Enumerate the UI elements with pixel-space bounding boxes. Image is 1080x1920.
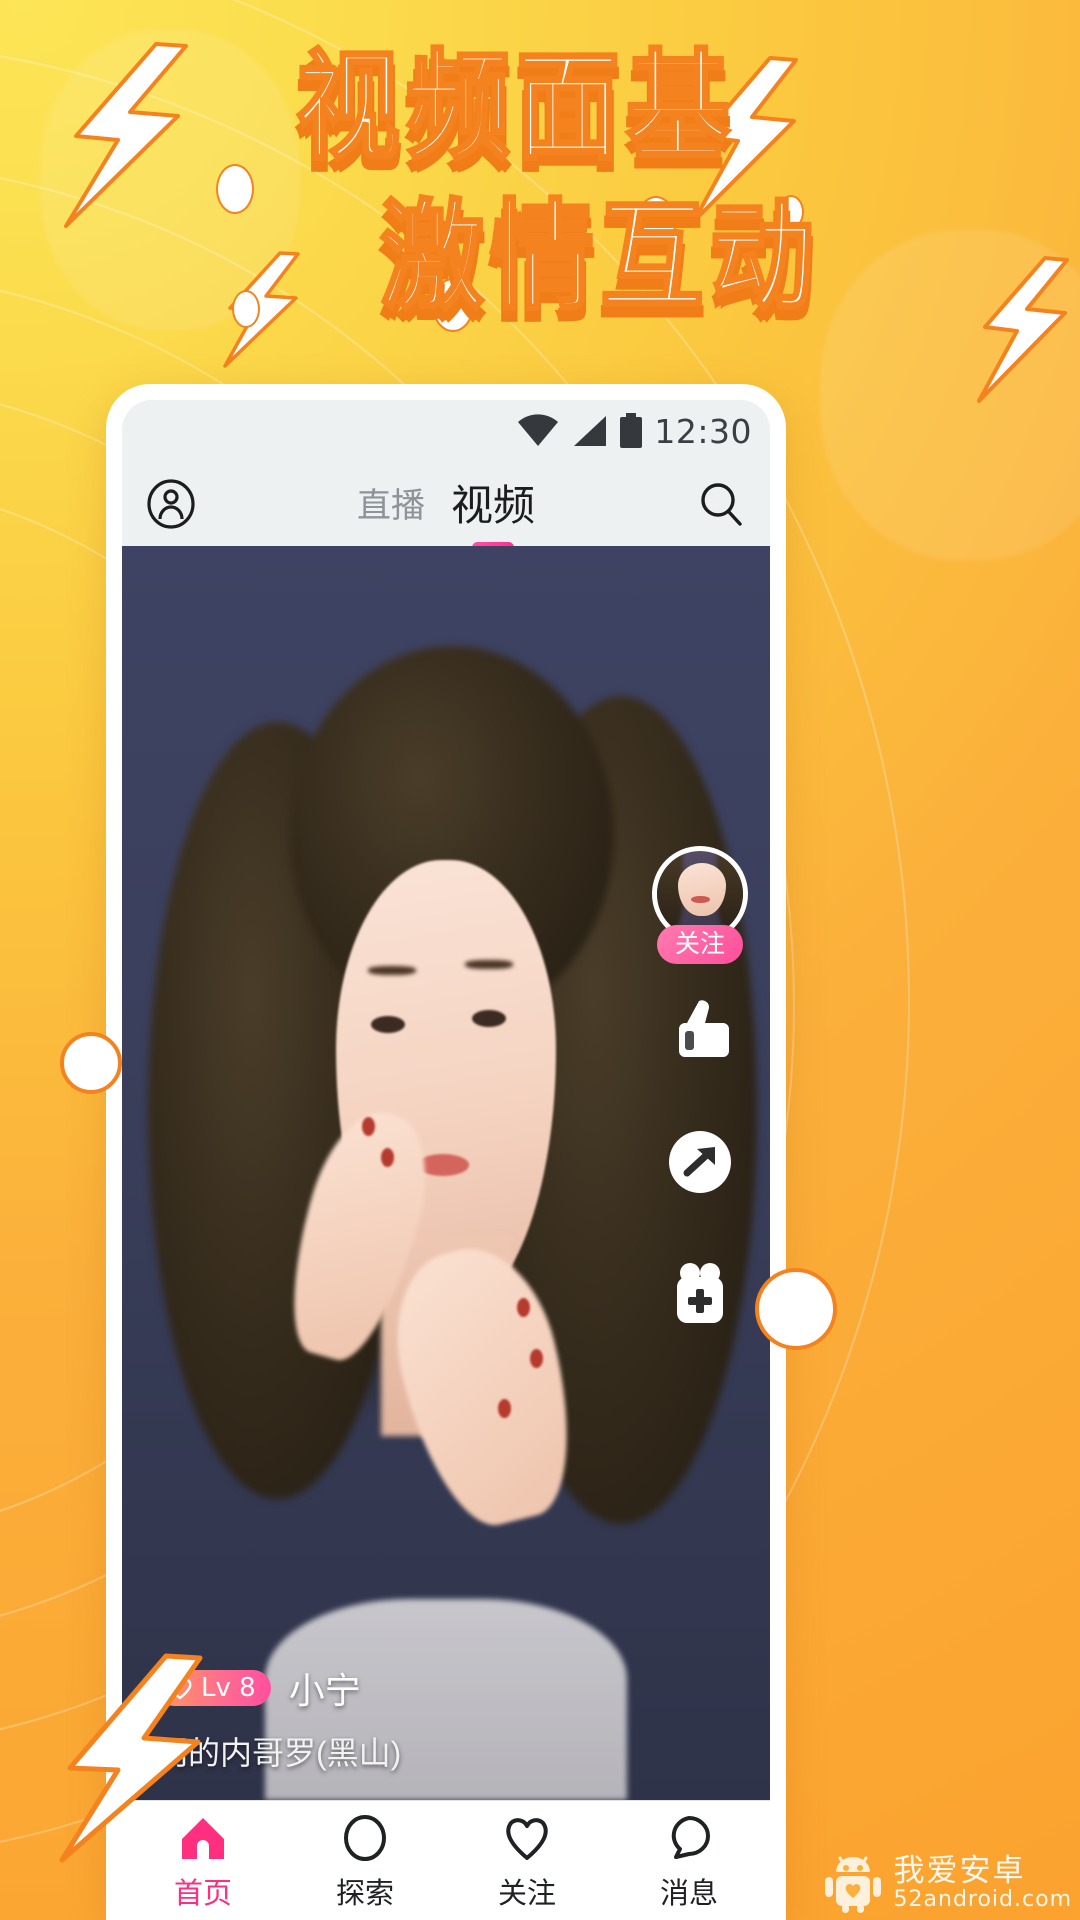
user-circle-icon	[147, 479, 195, 529]
deco-circle-right	[755, 1268, 837, 1350]
level-badge-label: Lv 8	[201, 1673, 256, 1703]
video-player[interactable]: 关注 Lv 8 小宁 门的内哥罗(黑山)	[122, 546, 770, 1800]
tab-message-label: 消息	[659, 1878, 718, 1910]
headline-line-1: 视频面基	[0, 46, 1080, 168]
nav-tab-video-label: 视频	[450, 481, 535, 529]
search-button[interactable]	[694, 477, 748, 531]
headline-line-2-text: 激情互动	[378, 187, 820, 327]
status-bar-time: 12:30	[654, 411, 752, 451]
gift-button[interactable]	[656, 1250, 744, 1338]
tab-explore[interactable]: 探索	[284, 1813, 446, 1912]
share-arrow-icon	[669, 1131, 731, 1193]
headline: 视频面基 激情互动	[0, 46, 1080, 318]
watermark-text: 我爱安卓 52android.com	[894, 1855, 1072, 1911]
chat-bubble-icon	[664, 1813, 714, 1863]
poster-stage: 视频面基 激情互动 12:30 直播 视频 关注 Lv 8 小宁 门的内哥罗(黑…	[0, 0, 1080, 1920]
signal-icon	[574, 416, 607, 446]
watermark-title: 我爱安卓	[893, 1853, 1026, 1889]
watermark: 我爱安卓 52android.com	[822, 1852, 1072, 1914]
search-icon	[701, 483, 742, 526]
share-button[interactable]	[656, 1118, 744, 1206]
status-bar: 12:30	[122, 400, 770, 462]
tab-follow-label: 关注	[497, 1878, 556, 1910]
nav-tab-live[interactable]: 直播	[357, 478, 425, 531]
android-robot-icon	[824, 1856, 881, 1913]
creator-username: 小宁	[288, 1670, 361, 1711]
battery-icon	[620, 413, 643, 448]
tab-explore-label: 探索	[335, 1878, 394, 1910]
action-rail: 关注	[650, 846, 750, 1338]
phone-mockup: 12:30 直播 视频 关注 Lv 8 小宁 门的内哥罗(黑山) 首页 探索 关…	[106, 384, 786, 1920]
tab-message[interactable]: 消息	[608, 1813, 770, 1912]
wifi-icon	[518, 414, 559, 446]
deco-circle-left	[60, 1032, 122, 1094]
nav-tab-video[interactable]: 视频	[450, 472, 535, 553]
gift-add-icon	[677, 1263, 723, 1323]
tab-home-label: 首页	[173, 1878, 232, 1910]
phone-screen: 12:30 直播 视频 关注 Lv 8 小宁 门的内哥罗(黑山) 首页 探索 关…	[122, 400, 770, 1920]
follow-button[interactable]: 关注	[656, 925, 744, 964]
headline-line-2: 激情互动	[120, 196, 1080, 318]
watermark-url: 52android.com	[893, 1886, 1072, 1912]
bottom-tab-bar: 首页 探索 关注 消息	[122, 1800, 770, 1920]
thumbs-up-icon	[679, 1000, 729, 1057]
creator-avatar-wrap[interactable]: 关注	[652, 846, 748, 964]
heart-outline-icon	[502, 1813, 552, 1863]
headline-line-1-text: 视频面基	[294, 37, 736, 177]
compass-circle-icon	[340, 1813, 390, 1863]
profile-button[interactable]	[144, 477, 198, 531]
top-nav-bar: 直播 视频	[122, 462, 770, 553]
nav-tab-group: 直播 视频	[122, 462, 770, 553]
tab-follow[interactable]: 关注	[446, 1813, 608, 1912]
like-button[interactable]	[656, 986, 744, 1074]
